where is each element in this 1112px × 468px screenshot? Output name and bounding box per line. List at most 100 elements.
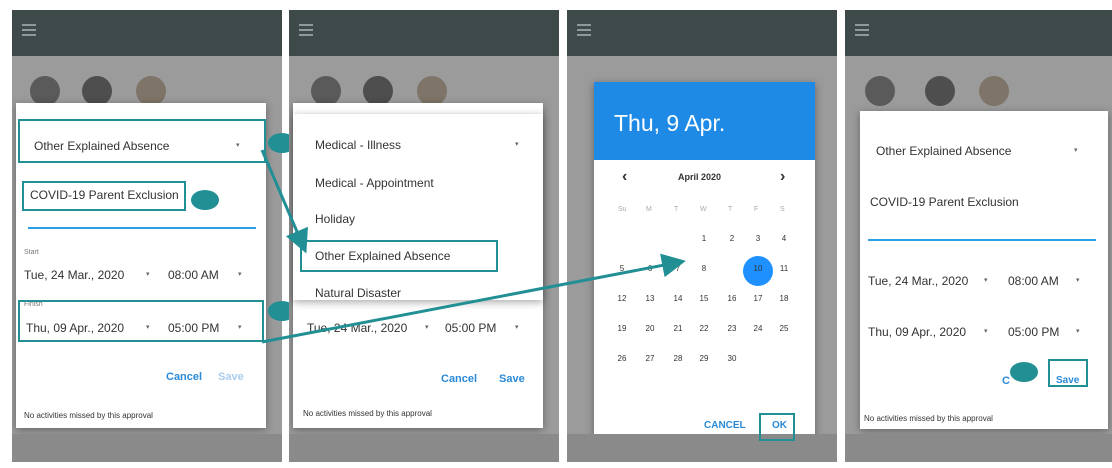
reason-highlight [22,181,186,211]
app-bar [289,10,559,56]
end-time-picker[interactable]: 05:00 PM [1008,325,1059,339]
calendar-day[interactable]: 24 [748,324,768,333]
menu-item-medical-appointment[interactable]: Medical - Appointment [315,176,434,190]
menu-item-natural-disaster[interactable]: Natural Disaster [315,286,402,300]
end-date-picker[interactable]: Tue, 24 Mar., 2020 [307,321,407,335]
phone-screen-2: Tue, 24 Mar., 2020 ▾ 05:00 PM ▾ Cancel S… [289,10,559,462]
calendar-day[interactable]: 20 [640,324,660,333]
calendar-day[interactable]: 26 [612,354,632,363]
avatar [82,76,112,106]
calendar-day[interactable]: 3 [748,234,768,243]
start-date-picker[interactable]: Tue, 24 Mar., 2020 [24,268,124,282]
input-underline [28,227,256,229]
avatar [30,76,60,106]
start-time-picker[interactable]: 08:00 AM [1008,274,1059,288]
start-date-picker[interactable]: Tue, 24 Mar., 2020 [868,274,968,288]
calendar-day[interactable]: 29 [694,354,714,363]
weekday-header: S [780,206,785,213]
calendar-day[interactable]: 2 [722,234,742,243]
selected-date: Thu, 9 Apr. [614,110,726,136]
avatar [979,76,1009,106]
calendar-day[interactable]: 6 [640,264,660,273]
weekday-header: T [728,206,733,213]
menu-icon[interactable] [577,24,591,26]
start-time-picker[interactable]: 08:00 AM [168,268,219,282]
calendar-day[interactable]: 19 [612,324,632,333]
weekday-header: T [674,206,679,213]
chevron-down-icon: ▾ [1076,328,1080,335]
menu-icon[interactable] [22,24,36,26]
cancel-button[interactable]: CANCEL [704,420,746,431]
approval-note: No activities missed by this approval [303,409,432,418]
cancel-button[interactable]: C [1002,375,1010,387]
app-bar [12,10,282,56]
calendar-day[interactable]: 14 [668,294,688,303]
cancel-button[interactable]: Cancel [166,371,202,383]
bottom-bar [289,434,559,462]
chevron-down-icon: ▾ [425,324,429,331]
phone-screen-1: Other Explained Absence ▾ COVID-19 Paren… [12,10,282,462]
menu-item-medical-illness[interactable]: Medical - Illness [315,138,401,152]
date-picker-header: Thu, 9 Apr. [594,82,815,160]
calendar-day[interactable]: 25 [774,324,794,333]
weekday-header: W [700,206,707,213]
month-label: April 2020 [678,172,722,182]
calendar-day[interactable]: 4 [774,234,794,243]
chevron-down-icon: ▾ [984,277,988,284]
calendar-day[interactable]: 30 [722,354,742,363]
chevron-down-icon: ▾ [984,328,988,335]
bottom-bar [12,434,282,462]
next-month-button[interactable]: › [780,168,785,186]
calendar-day[interactable]: 21 [668,324,688,333]
avatar [363,76,393,106]
absence-type-dropdown[interactable]: Other Explained Absence [876,144,1011,158]
end-date-highlight [18,300,264,342]
save-highlight [1048,359,1088,387]
bottom-bar [845,434,1112,462]
reason-input[interactable]: COVID-19 Parent Exclusion [870,195,1019,209]
prev-month-button[interactable]: ‹ [622,168,627,186]
save-button[interactable]: Save [499,373,525,385]
menu-item-holiday[interactable]: Holiday [315,212,355,226]
cancel-button[interactable]: Cancel [441,373,477,385]
end-time-picker[interactable]: 05:00 PM [445,321,496,335]
chevron-down-icon: ▾ [515,141,519,148]
calendar-day[interactable]: 11 [774,264,794,273]
chevron-down-icon: ▾ [238,271,242,278]
calendar-day[interactable]: 13 [640,294,660,303]
menu-icon[interactable] [299,24,313,26]
calendar-day[interactable]: 16 [722,294,742,303]
absence-type-menu: Medical - Illness ▾ Medical - Appointmen… [293,114,543,300]
start-label: Start [24,249,39,256]
avatar [925,76,955,106]
calendar-day[interactable]: 1 [694,234,714,243]
calendar-day[interactable]: 15 [694,294,714,303]
phone-screen-4: Other Explained Absence ▾ COVID-19 Paren… [845,10,1112,462]
calendar-day[interactable]: 28 [668,354,688,363]
avatar [865,76,895,106]
avatar [311,76,341,106]
calendar-day[interactable]: 8 [694,264,714,273]
avatar [136,76,166,106]
input-underline [868,239,1096,241]
calendar-day[interactable]: 5 [612,264,632,273]
ok-highlight [759,413,795,441]
menu-icon[interactable] [855,24,869,26]
calendar-day[interactable]: 10 [748,264,768,273]
calendar-day[interactable]: 27 [640,354,660,363]
step-marker [191,190,219,210]
end-date-picker[interactable]: Thu, 09 Apr., 2020 [868,325,966,339]
calendar-day[interactable]: 17 [748,294,768,303]
calendar-day[interactable]: 7 [668,264,688,273]
save-button[interactable]: Save [218,371,244,383]
calendar-day[interactable]: 22 [694,324,714,333]
calendar-day[interactable]: 23 [722,324,742,333]
app-bar [567,10,837,56]
calendar-day[interactable]: 9 [722,264,742,273]
bottom-bar [567,434,837,462]
calendar-day[interactable]: 18 [774,294,794,303]
approval-note: No activities missed by this approval [24,411,153,420]
app-bar [845,10,1112,56]
chevron-down-icon: ▾ [146,271,150,278]
calendar-day[interactable]: 12 [612,294,632,303]
